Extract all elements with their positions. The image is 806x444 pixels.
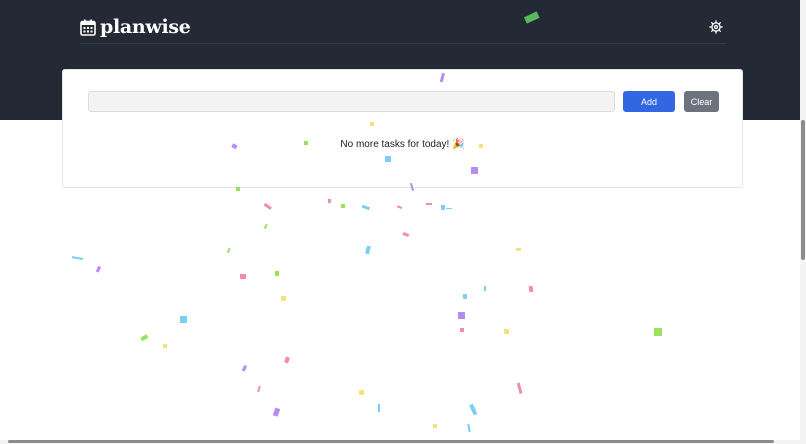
confetti-piece — [516, 248, 521, 251]
empty-state-message: No more tasks for today! 🎉 — [340, 139, 465, 150]
confetti-piece — [402, 232, 410, 237]
todo-card: Add Clear No more tasks for today! 🎉 — [62, 69, 743, 188]
confetti-piece — [163, 344, 167, 348]
confetti-piece — [226, 247, 231, 254]
confetti-piece — [654, 328, 662, 336]
confetti-piece — [341, 204, 345, 208]
confetti-piece — [446, 208, 452, 209]
confetti-piece — [359, 390, 364, 395]
confetti-piece — [180, 316, 187, 323]
top-navigation: planwise — [80, 12, 726, 42]
confetti-piece — [504, 329, 509, 334]
header-divider — [80, 43, 726, 44]
horizontal-scrollbar[interactable] — [0, 440, 806, 444]
confetti-piece — [272, 407, 281, 417]
confetti-piece — [484, 286, 486, 291]
confetti-piece — [516, 382, 523, 395]
confetti-piece — [284, 356, 290, 364]
confetti-piece — [378, 404, 380, 412]
vertical-scrollbar-thumb[interactable] — [801, 120, 805, 260]
confetti-piece — [241, 364, 248, 372]
gear-icon — [709, 20, 723, 34]
brand-name: planwise — [100, 16, 191, 38]
confetti-piece — [95, 265, 102, 273]
confetti-piece — [71, 256, 84, 261]
vertical-scrollbar[interactable] — [800, 0, 806, 444]
confetti-piece — [263, 223, 268, 230]
confetti-piece — [275, 271, 279, 276]
confetti-piece — [361, 204, 371, 211]
confetti-piece — [433, 424, 437, 428]
confetti-piece — [441, 205, 445, 210]
confetti-piece — [458, 312, 465, 319]
confetti-piece — [469, 403, 478, 416]
confetti-piece — [240, 274, 246, 279]
confetti-piece — [328, 199, 331, 203]
confetti-piece — [463, 294, 467, 299]
confetti-piece — [396, 205, 403, 209]
task-input[interactable] — [88, 91, 615, 112]
add-button[interactable]: Add — [623, 91, 675, 112]
confetti-piece — [263, 202, 272, 210]
calendar-icon — [80, 19, 96, 36]
confetti-piece — [281, 296, 286, 301]
clear-button[interactable]: Clear — [684, 91, 719, 112]
confetti-piece — [140, 334, 149, 342]
brand-logo[interactable]: planwise — [80, 16, 191, 38]
horizontal-scrollbar-thumb[interactable] — [8, 440, 774, 443]
settings-button[interactable] — [706, 17, 726, 37]
confetti-piece — [528, 285, 534, 293]
confetti-piece — [365, 245, 371, 255]
confetti-piece — [460, 328, 464, 332]
confetti-piece — [467, 423, 471, 433]
confetti-piece — [426, 203, 432, 205]
confetti-piece — [257, 385, 261, 393]
app-viewport: planwise Add Clear No more tasks for tod… — [0, 0, 806, 444]
